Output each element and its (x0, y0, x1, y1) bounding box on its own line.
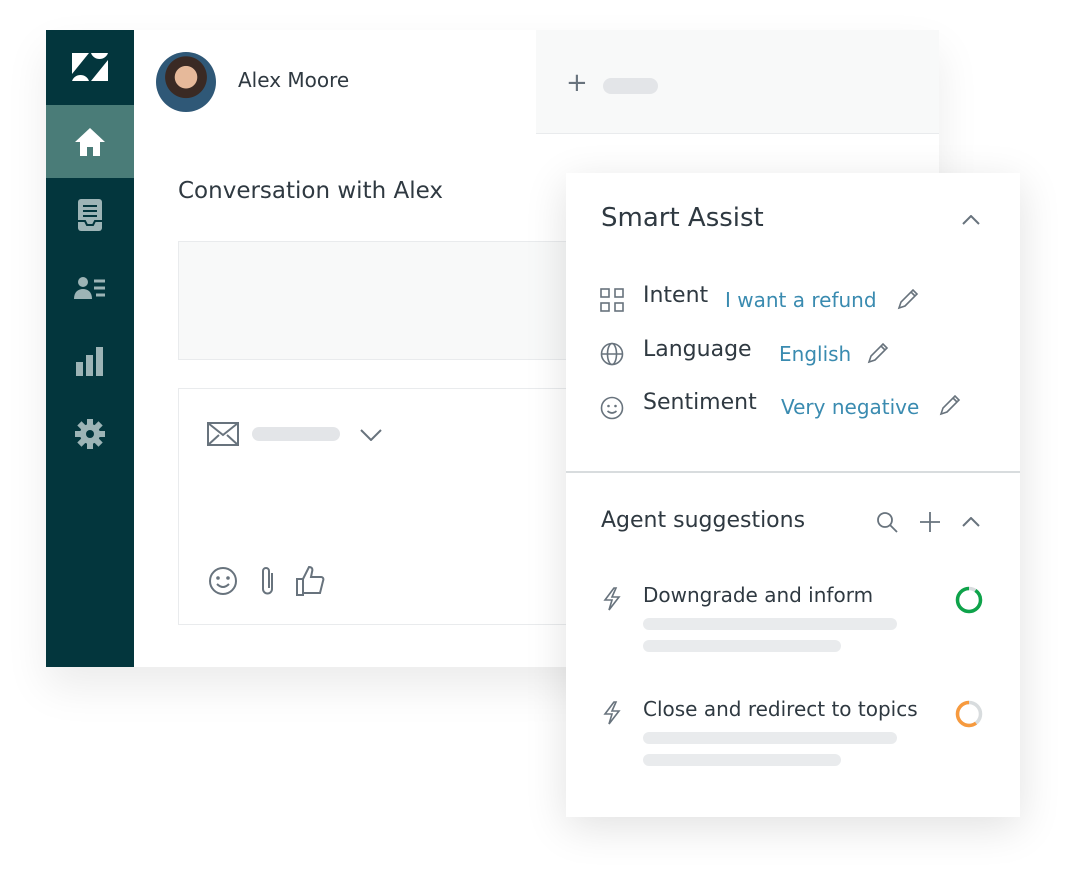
edit-sentiment-icon[interactable] (938, 393, 962, 417)
confidence-ring (955, 586, 983, 614)
tab-placeholder[interactable] (603, 78, 658, 94)
intent-value[interactable]: I want a refund (725, 288, 877, 312)
gear-icon (75, 418, 105, 449)
collapse-chevron-icon[interactable] (962, 517, 980, 527)
language-value[interactable]: English (779, 342, 851, 366)
smart-assist-panel: Smart Assist Intent I want a refund Lang… (566, 173, 1020, 817)
email-icon[interactable] (207, 422, 239, 446)
divider (566, 471, 1020, 473)
language-label: Language (643, 337, 752, 362)
nav-reporting[interactable] (46, 324, 134, 397)
lightning-icon (603, 701, 621, 725)
bar-chart-icon (76, 346, 103, 376)
collapse-chevron-icon[interactable] (962, 215, 980, 225)
placeholder-line (643, 754, 841, 766)
composer[interactable] (178, 388, 580, 625)
inbox-icon (78, 198, 102, 231)
add-icon[interactable] (920, 512, 940, 532)
tab-bar: + (536, 30, 939, 134)
ring-fill (955, 586, 983, 614)
nav-customers[interactable] (46, 251, 134, 324)
suggestion-title: Close and redirect to topics (643, 697, 918, 721)
chevron-down-icon[interactable] (360, 429, 382, 441)
attachment-icon[interactable] (259, 565, 277, 597)
placeholder-line (643, 732, 897, 744)
emoji-icon[interactable] (208, 566, 238, 596)
sentiment-label: Sentiment (643, 390, 757, 415)
add-tab-button[interactable]: + (566, 70, 588, 96)
nav-settings[interactable] (46, 397, 134, 470)
user-name: Alex Moore (238, 68, 350, 92)
globe-icon (600, 342, 624, 366)
grid-icon (600, 288, 624, 312)
nav-tickets[interactable] (46, 178, 134, 251)
suggestion-item[interactable]: Downgrade and inform (566, 573, 1020, 683)
lightning-icon (603, 587, 621, 611)
contacts-icon (74, 276, 105, 299)
suggestion-item[interactable]: Close and redirect to topics (566, 687, 1020, 797)
suggestion-title: Downgrade and inform (643, 583, 874, 607)
edit-intent-icon[interactable] (896, 287, 920, 311)
placeholder-line (643, 640, 841, 652)
agent-suggestions-title: Agent suggestions (601, 508, 806, 533)
sidebar (46, 30, 134, 667)
intent-label: Intent (643, 283, 709, 308)
conversation-title: Conversation with Alex (178, 178, 443, 204)
edit-language-icon[interactable] (866, 341, 890, 365)
smiley-icon (600, 396, 624, 420)
search-icon[interactable] (876, 511, 898, 533)
nav-home[interactable] (46, 105, 134, 178)
avatar (156, 52, 216, 112)
zendesk-logo[interactable] (46, 30, 134, 103)
thumbs-up-icon[interactable] (295, 565, 327, 597)
sentiment-value[interactable]: Very negative (781, 395, 919, 419)
message-history (178, 241, 580, 360)
placeholder-line (643, 618, 897, 630)
channel-placeholder (252, 427, 340, 441)
confidence-ring (955, 700, 983, 728)
home-icon (75, 127, 105, 156)
smart-assist-title: Smart Assist (601, 203, 764, 233)
